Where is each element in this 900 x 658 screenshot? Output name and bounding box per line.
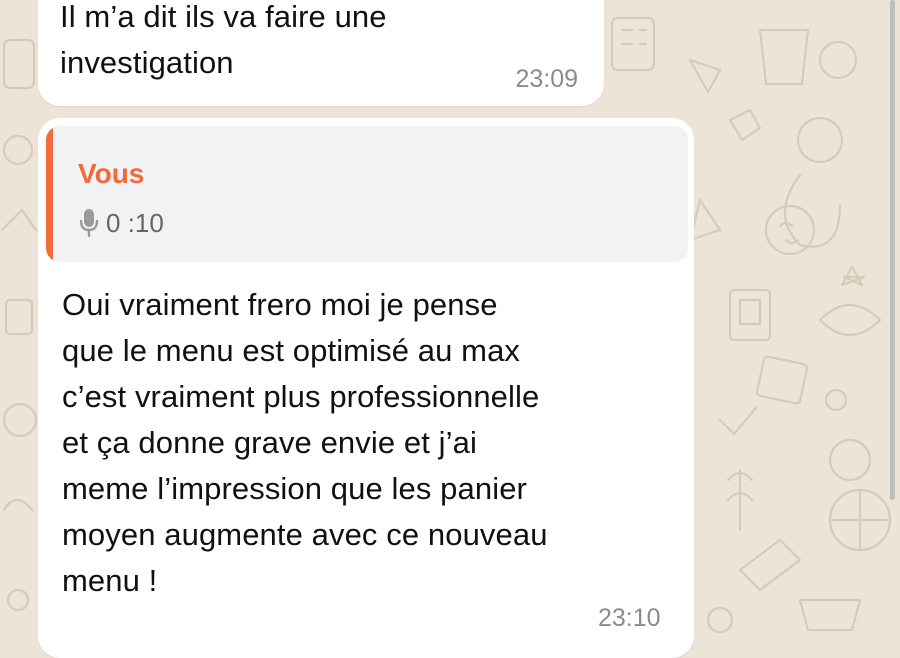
message-text: Il m’a dit ils va faire une investigatio…	[60, 0, 387, 80]
quote-author: Vous	[78, 158, 145, 189]
message-text: Oui vraiment frero moi je pense que le m…	[62, 287, 548, 598]
message-timestamp: 23:10	[598, 604, 661, 632]
scrollbar[interactable]	[890, 0, 895, 500]
quote-accent-bar	[46, 126, 53, 262]
message-bubble-reply[interactable]: Vous 0 :10 Oui vraiment frero moi je pen…	[38, 118, 694, 658]
quoted-message[interactable]: Vous 0 :10	[46, 126, 688, 262]
quoted-voice-note: 0 :10	[78, 206, 164, 240]
message-timestamp: 23:09	[515, 65, 578, 93]
message-bubble-incoming[interactable]: Il m’a dit ils va faire une investigatio…	[38, 0, 604, 106]
mic-icon	[79, 209, 99, 238]
voice-note-duration: 0 :10	[106, 207, 164, 238]
